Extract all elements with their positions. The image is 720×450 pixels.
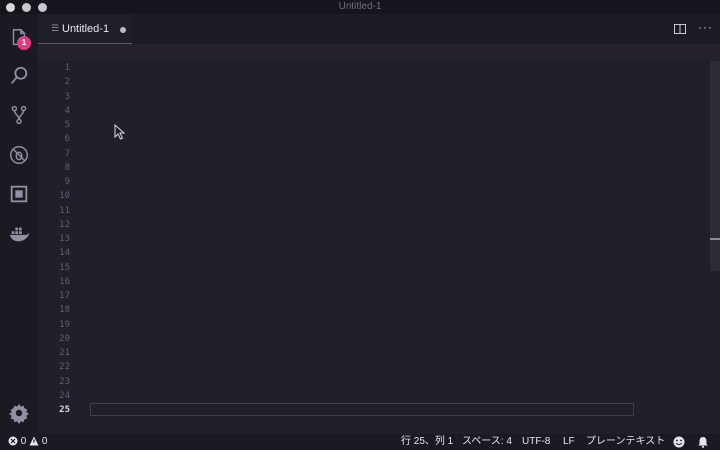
line-number: 8	[64, 162, 70, 173]
line-number: 13	[59, 234, 70, 244]
mouse-pointer-icon	[114, 124, 126, 140]
split-editor-icon[interactable]	[674, 24, 686, 34]
problems-indicator[interactable]: 0 0	[8, 436, 47, 448]
warning-count: 0	[41, 436, 48, 447]
current-line-highlight	[90, 403, 634, 416]
line-number: 19	[59, 319, 70, 330]
status-bar: 0 0 行 25、列 1 スペース: 4 UTF-8 LF プレーンテキスト	[0, 434, 720, 450]
line-number: 5	[64, 120, 70, 130]
line-number: 11	[59, 205, 70, 216]
activity-bar: 1	[0, 14, 38, 434]
settings-gear-icon[interactable]	[7, 401, 31, 425]
line-number: 22	[59, 362, 70, 373]
line-number: 3	[64, 91, 70, 102]
line-number: 7	[64, 148, 70, 159]
line-number: 12	[59, 219, 70, 230]
line-number: 21	[59, 348, 70, 358]
line-number: 4	[64, 105, 70, 116]
line-number: 16	[59, 276, 70, 287]
explorer-badge: 1	[17, 36, 31, 50]
line-number: 6	[64, 134, 70, 145]
debug-icon[interactable]	[7, 143, 31, 167]
eol-setting[interactable]: LF	[563, 436, 575, 448]
line-number: 1	[64, 63, 70, 73]
source-control-icon[interactable]	[7, 103, 31, 127]
tab-bar: ☰ Untitled-1 ···	[38, 14, 720, 44]
encoding-setting[interactable]: UTF-8	[522, 436, 550, 448]
extensions-icon[interactable]	[7, 182, 31, 206]
warning-icon	[29, 436, 39, 446]
title-bar: × Untitled-1	[0, 0, 720, 14]
error-count: 0	[20, 436, 27, 447]
error-icon	[8, 436, 18, 446]
docker-icon[interactable]	[7, 222, 31, 246]
line-number: 15	[59, 262, 70, 273]
search-icon[interactable]	[7, 64, 31, 88]
line-number: 25	[59, 405, 70, 415]
line-number: 18	[59, 305, 70, 316]
line-number: 17	[59, 291, 70, 301]
scrollbar-cursor-marker	[710, 238, 720, 240]
editor-area[interactable]: 1 2 3 4 5 6 7 8 9 10 11 12 13 14 15 16 17 18 19 20 21 22 23 24 2…	[38, 61, 720, 434]
line-number: 10	[59, 191, 70, 202]
indentation-setting[interactable]: スペース: 4	[462, 436, 512, 448]
window-title: Untitled-1	[338, 1, 382, 12]
tab-label: Untitled-1	[62, 22, 110, 35]
unsaved-dot-icon[interactable]	[120, 27, 126, 33]
line-number: 20	[59, 333, 70, 344]
plaintext-file-icon: ☰	[51, 23, 60, 33]
notifications-bell-icon[interactable]	[697, 436, 709, 450]
editor-header-band	[38, 44, 720, 61]
line-number: 23	[59, 376, 70, 387]
more-actions-icon[interactable]: ···	[698, 20, 713, 34]
cursor-position[interactable]: 行 25、列 1	[401, 436, 453, 448]
line-number: 9	[64, 177, 70, 187]
language-mode[interactable]: プレーンテキスト	[586, 436, 665, 448]
feedback-smiley-icon[interactable]	[673, 436, 685, 450]
line-number: 14	[59, 248, 70, 259]
line-number: 2	[64, 77, 70, 88]
tab-untitled-1[interactable]: ☰ Untitled-1	[38, 14, 132, 44]
line-number: 24	[59, 390, 70, 401]
